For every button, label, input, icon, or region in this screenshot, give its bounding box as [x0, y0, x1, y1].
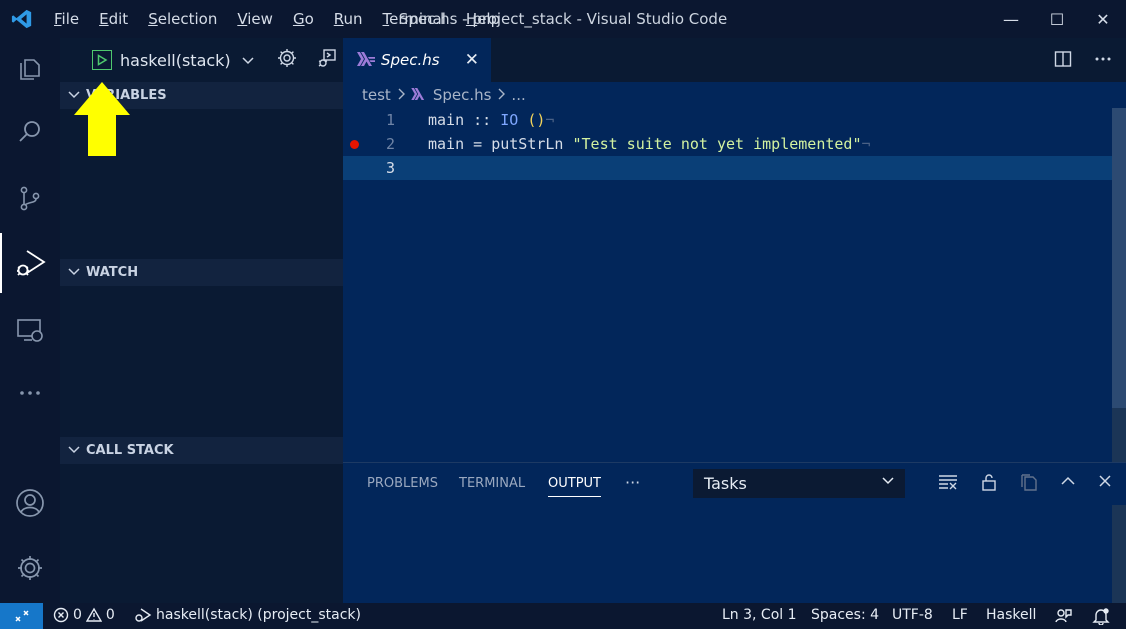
call-stack-title: CALL STACK: [86, 443, 174, 458]
gear-icon[interactable]: [277, 48, 297, 72]
vscode-logo-icon: [0, 0, 44, 38]
call-stack-section-header[interactable]: CALL STACK: [60, 437, 343, 464]
indentation-status[interactable]: Spaces: 4: [811, 607, 879, 623]
tab-label: Spec.hs: [381, 51, 440, 69]
warning-count: 0: [105, 607, 115, 623]
editor-area: Spec.hs ✕ test Spec.hs ... 1 main :: IO: [343, 38, 1126, 462]
tab-spec-hs[interactable]: Spec.hs ✕: [343, 38, 491, 82]
line-number: 2: [385, 135, 395, 153]
language-mode[interactable]: Haskell: [986, 607, 1036, 623]
menu-view[interactable]: View: [227, 10, 283, 28]
breadcrumb: test Spec.hs ...: [362, 86, 526, 104]
editor-actions: [1054, 50, 1112, 72]
code-line: 1 main :: IO ()¬: [343, 108, 1126, 132]
error-icon: [53, 607, 69, 623]
search-icon[interactable]: [0, 102, 60, 162]
remote-indicator-icon[interactable]: [0, 603, 43, 629]
warning-icon: [85, 607, 102, 622]
menu-go[interactable]: Go: [283, 10, 324, 28]
chevron-down-icon: [881, 475, 895, 489]
manage-gear-icon[interactable]: [0, 538, 60, 598]
explorer-icon[interactable]: [0, 38, 60, 98]
encoding-status[interactable]: UTF-8: [892, 607, 933, 623]
cursor-position[interactable]: Ln 3, Col 1: [722, 607, 797, 623]
chevron-down-icon[interactable]: [241, 51, 255, 70]
menu-bar: File Edit Selection View Go Run Terminal…: [44, 0, 510, 38]
eol-status[interactable]: LF: [952, 607, 968, 623]
remote-explorer-icon[interactable]: [0, 300, 60, 360]
status-bar: 0 0 haskell(stack) (project_stack) Ln 3,…: [0, 603, 1126, 629]
menu-selection[interactable]: Selection: [138, 10, 227, 28]
split-editor-icon[interactable]: [1054, 50, 1072, 72]
chevron-right-icon: [397, 86, 405, 104]
breadcrumb-more[interactable]: ...: [511, 86, 525, 104]
debug-console-icon[interactable]: [317, 48, 337, 72]
menu-help[interactable]: Help: [456, 10, 510, 28]
feedback-icon[interactable]: [1054, 607, 1072, 625]
chevron-down-icon: [68, 266, 80, 279]
code-editor[interactable]: 1 main :: IO ()¬ 2 main = putStrLn "Test…: [343, 108, 1126, 180]
haskell-file-icon: [411, 86, 427, 104]
breadcrumb-folder[interactable]: test: [362, 86, 391, 104]
annotation-arrow-icon: [74, 82, 130, 156]
panel-actions: [938, 473, 1112, 495]
chevron-right-icon: [497, 86, 506, 104]
maximize-button[interactable]: ☐: [1034, 0, 1080, 38]
bottom-panel: PROBLEMS TERMINAL OUTPUT ··· Tasks: [343, 462, 1126, 604]
notifications-bell-icon[interactable]: [1092, 607, 1110, 625]
chevron-down-icon: [68, 444, 80, 457]
problems-indicator[interactable]: 0 0: [53, 607, 115, 623]
close-panel-icon[interactable]: [1098, 473, 1112, 495]
activity-bar: [0, 38, 60, 603]
maximize-panel-icon[interactable]: [1060, 473, 1076, 495]
lock-icon[interactable]: [980, 473, 998, 495]
account-icon[interactable]: [0, 473, 60, 533]
minimize-button[interactable]: —: [988, 0, 1034, 38]
tab-output[interactable]: OUTPUT: [548, 476, 601, 497]
open-log-icon[interactable]: [1020, 473, 1038, 495]
watch-title: WATCH: [86, 265, 139, 280]
output-channel-value: Tasks: [704, 474, 747, 493]
debug-toolbar: haskell(stack): [60, 38, 343, 82]
more-icon[interactable]: [0, 363, 60, 423]
menu-run[interactable]: Run: [324, 10, 373, 28]
title-bar: File Edit Selection View Go Run Terminal…: [0, 0, 1126, 38]
tab-terminal[interactable]: TERMINAL: [459, 476, 525, 491]
panel-more-icon[interactable]: ···: [625, 473, 640, 492]
scrollbar-thumb[interactable]: [1112, 108, 1126, 408]
panel-tabs: PROBLEMS TERMINAL OUTPUT ··· Tasks: [343, 463, 1126, 505]
debug-config-status[interactable]: haskell(stack) (project_stack): [134, 607, 361, 623]
menu-terminal[interactable]: Terminal: [373, 10, 456, 28]
error-count: 0: [73, 607, 82, 623]
debug-config-select[interactable]: haskell(stack): [120, 51, 231, 70]
editor-tabs: Spec.hs ✕: [343, 38, 1126, 82]
debug-config-label: haskell(stack) (project_stack): [156, 607, 361, 623]
debug-icon: [135, 608, 152, 622]
line-text: main = putStrLn "Test suite not yet impl…: [428, 135, 871, 153]
line-number: 3: [385, 159, 395, 177]
clear-output-icon[interactable]: [938, 473, 958, 495]
close-window-button[interactable]: ✕: [1080, 0, 1126, 38]
run-debug-icon[interactable]: [0, 233, 60, 293]
menu-file[interactable]: File: [44, 10, 89, 28]
editor-scrollbar[interactable]: [1112, 108, 1126, 462]
breakpoint-icon[interactable]: [350, 140, 359, 149]
more-actions-icon[interactable]: [1094, 50, 1112, 72]
code-line-current: 3: [343, 156, 1126, 180]
line-number: 1: [385, 111, 395, 129]
code-line: 2 main = putStrLn "Test suite not yet im…: [343, 132, 1126, 156]
output-channel-select[interactable]: Tasks: [693, 469, 905, 498]
close-tab-icon[interactable]: ✕: [465, 50, 479, 70]
haskell-file-icon: [357, 51, 375, 70]
line-text: main :: IO ()¬: [428, 111, 555, 129]
start-debugging-button[interactable]: [92, 50, 112, 70]
tab-problems[interactable]: PROBLEMS: [367, 476, 438, 491]
panel-scrollbar[interactable]: [1112, 505, 1126, 604]
source-control-icon[interactable]: [0, 168, 60, 228]
watch-section-header[interactable]: WATCH: [60, 259, 343, 286]
window-controls: — ☐ ✕: [988, 0, 1126, 38]
menu-edit[interactable]: Edit: [89, 10, 138, 28]
breadcrumb-file[interactable]: Spec.hs: [433, 86, 492, 104]
